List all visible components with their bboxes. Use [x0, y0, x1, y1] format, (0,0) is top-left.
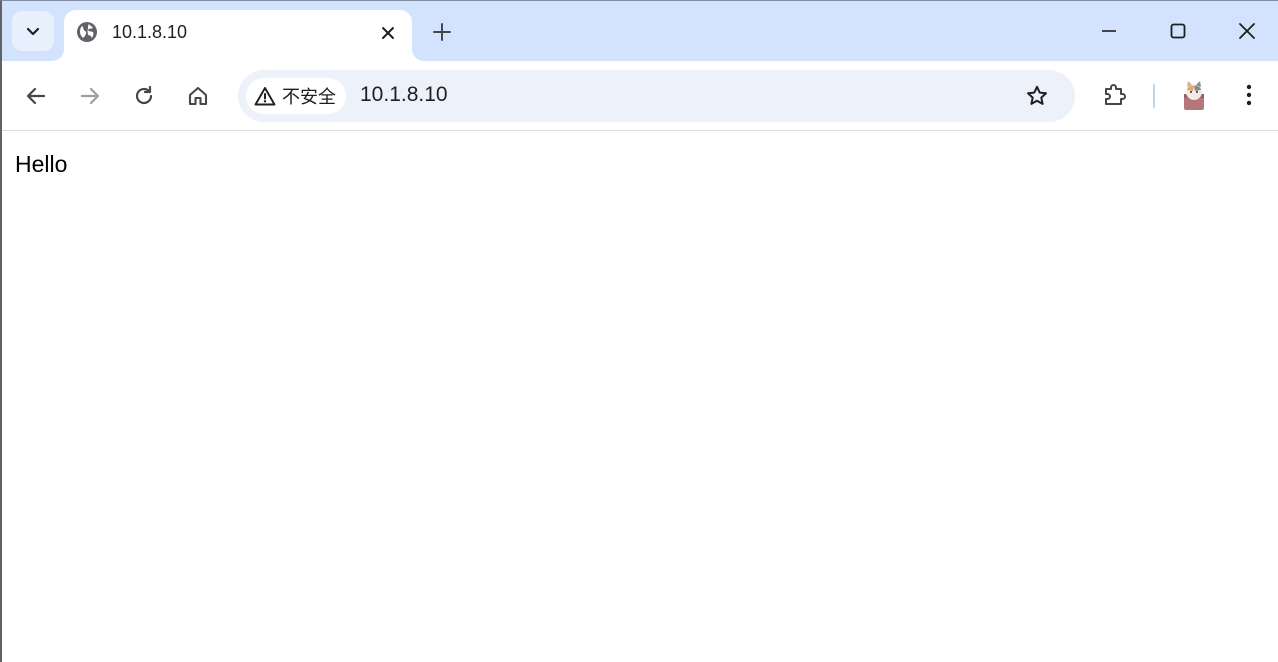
minimize-icon [1102, 30, 1116, 32]
toolbar-separator [1153, 84, 1155, 108]
tab-search-button[interactable] [12, 11, 54, 51]
home-button[interactable] [183, 81, 213, 111]
forward-button[interactable] [75, 81, 105, 111]
star-icon [1027, 85, 1047, 105]
active-tab[interactable]: 10.1.8.10 [64, 10, 412, 61]
kebab-menu-icon [1246, 84, 1252, 106]
maximize-icon [1170, 23, 1186, 39]
warning-triangle-icon [254, 87, 276, 106]
profile-avatar-button[interactable] [1179, 80, 1209, 112]
toolbar: 不安全 10.1.8.10 [2, 61, 1278, 131]
minimize-button[interactable] [1089, 13, 1129, 49]
security-label: 不安全 [282, 87, 336, 108]
globe-icon [77, 22, 97, 42]
home-icon [188, 86, 208, 106]
back-button[interactable] [21, 81, 51, 111]
browser-window: 10.1.8.10 不安全 10.1.8.10 Hello [0, 0, 1278, 662]
tab-close-button[interactable] [376, 21, 400, 45]
extensions-button[interactable] [1100, 80, 1130, 110]
plus-icon [433, 23, 451, 41]
arrow-left-icon [26, 87, 46, 105]
chevron-down-icon [26, 27, 40, 36]
close-icon [1239, 23, 1255, 39]
new-tab-button[interactable] [428, 18, 456, 46]
main-menu-button[interactable] [1234, 80, 1264, 110]
reload-icon [135, 85, 153, 105]
puzzle-icon [1105, 84, 1126, 105]
maximize-button[interactable] [1158, 13, 1198, 49]
reload-button[interactable] [129, 81, 159, 111]
close-icon [382, 27, 394, 39]
url-text[interactable]: 10.1.8.10 [360, 83, 448, 107]
bookmark-button[interactable] [1024, 83, 1050, 109]
tab-strip: 10.1.8.10 [2, 1, 1278, 61]
page-body-text: Hello [15, 151, 68, 177]
arrow-right-icon [80, 87, 100, 105]
security-chip[interactable]: 不安全 [246, 78, 346, 114]
tab-title: 10.1.8.10 [112, 22, 188, 42]
address-bar[interactable]: 不安全 10.1.8.10 [238, 70, 1075, 122]
avatar-icon [1184, 81, 1204, 110]
page-viewport: Hello [2, 131, 1278, 662]
close-window-button[interactable] [1227, 13, 1267, 49]
